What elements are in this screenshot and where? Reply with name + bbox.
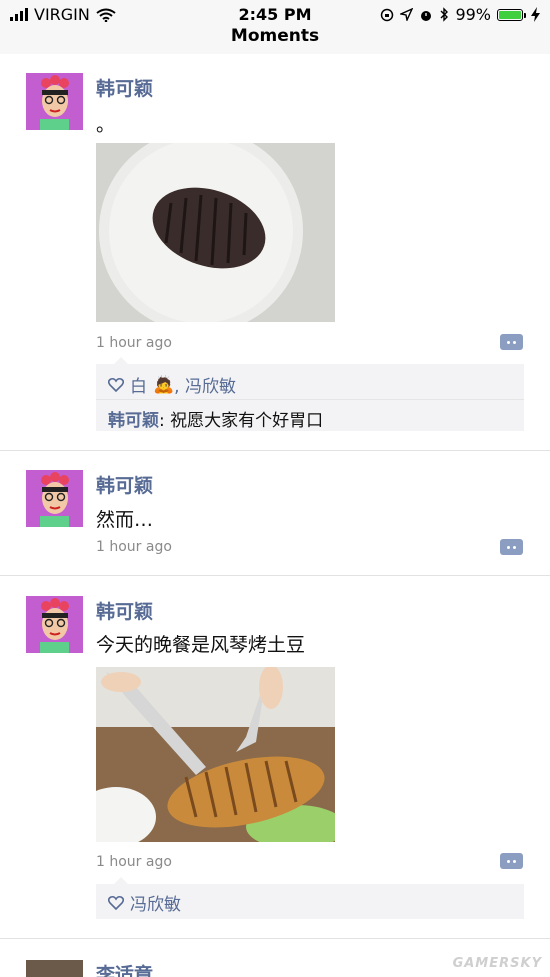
liker-name[interactable]: 白 xyxy=(130,372,147,397)
battery-percent: 99% xyxy=(455,5,491,24)
comment-separator: : xyxy=(159,411,171,431)
avatar[interactable] xyxy=(26,596,83,653)
post-text: 今天的晚餐是风琴烤土豆 xyxy=(96,634,306,656)
post-text: 然而… xyxy=(96,509,154,531)
comment-options-button[interactable] xyxy=(500,334,523,350)
post-text: 。 xyxy=(96,114,116,136)
post-photo[interactable] xyxy=(96,129,335,333)
avatar-portrait-icon xyxy=(26,73,83,130)
moment-post: 韩可颖 今天的晚餐是风琴烤土豆 1 hour ago 冯欣敏 xyxy=(0,576,550,938)
avatar[interactable] xyxy=(26,960,83,977)
heart-icon xyxy=(108,377,124,392)
avatar-portrait-icon xyxy=(26,470,83,527)
comment-options-button[interactable] xyxy=(500,539,523,555)
comment-text: 祝愿大家有个好胃口 xyxy=(170,411,324,431)
hasselback-potato-cutting-icon xyxy=(76,665,346,849)
likes-row: 冯欣敏 xyxy=(108,890,181,915)
interaction-box: 冯欣敏 xyxy=(96,877,524,919)
moment-post: 韩可颖 然而… 1 hour ago xyxy=(0,451,550,575)
post-author[interactable]: 韩可颖 xyxy=(96,74,153,101)
location-arrow-icon xyxy=(400,8,414,21)
post-author[interactable]: 韩可颖 xyxy=(96,597,153,624)
avatar[interactable] xyxy=(26,470,83,527)
post-timestamp: 1 hour ago xyxy=(96,335,172,351)
comment-row[interactable]: 韩可颖: 祝愿大家有个好胃口 xyxy=(108,406,323,431)
comment-options-button[interactable] xyxy=(500,853,523,869)
liker-emoji: 🙇 xyxy=(153,374,175,395)
comment-author[interactable]: 韩可颖 xyxy=(108,411,159,431)
post-timestamp: 1 hour ago xyxy=(96,539,172,555)
battery-icon xyxy=(497,8,526,21)
alarm-icon xyxy=(421,10,432,21)
post-timestamp: 1 hour ago xyxy=(96,854,172,870)
avatar-portrait-icon xyxy=(26,596,83,653)
status-bar: VIRGIN 2:45 PM Moments 99% xyxy=(0,0,550,54)
interaction-box: 白 🙇 , 冯欣敏 韩可颖: 祝愿大家有个好胃口 xyxy=(96,357,524,431)
divider xyxy=(96,399,524,400)
liker-name[interactable]: 冯欣敏 xyxy=(130,890,181,915)
page-title: Moments xyxy=(230,26,320,46)
charging-bolt-icon xyxy=(531,7,540,22)
status-icons: 99% xyxy=(380,5,540,24)
heart-icon xyxy=(108,895,124,910)
moment-post: 韩可颖 。 1 hour ago 白 🙇 , 冯欣敏 韩可颖: 祝愿大家有个好胃… xyxy=(0,54,550,450)
post-author[interactable]: 李适章 xyxy=(96,960,153,977)
post-photo[interactable] xyxy=(76,665,346,849)
liker-name-2[interactable]: , 冯欣敏 xyxy=(174,372,236,397)
baked-potato-on-plate-icon xyxy=(96,129,335,333)
likes-row: 白 🙇 , 冯欣敏 xyxy=(108,372,236,397)
post-author[interactable]: 韩可颖 xyxy=(96,471,153,498)
watermark: GAMERSKY xyxy=(452,956,542,971)
avatar[interactable] xyxy=(26,73,83,130)
rotation-lock-icon xyxy=(381,8,394,21)
bluetooth-icon xyxy=(440,7,449,22)
